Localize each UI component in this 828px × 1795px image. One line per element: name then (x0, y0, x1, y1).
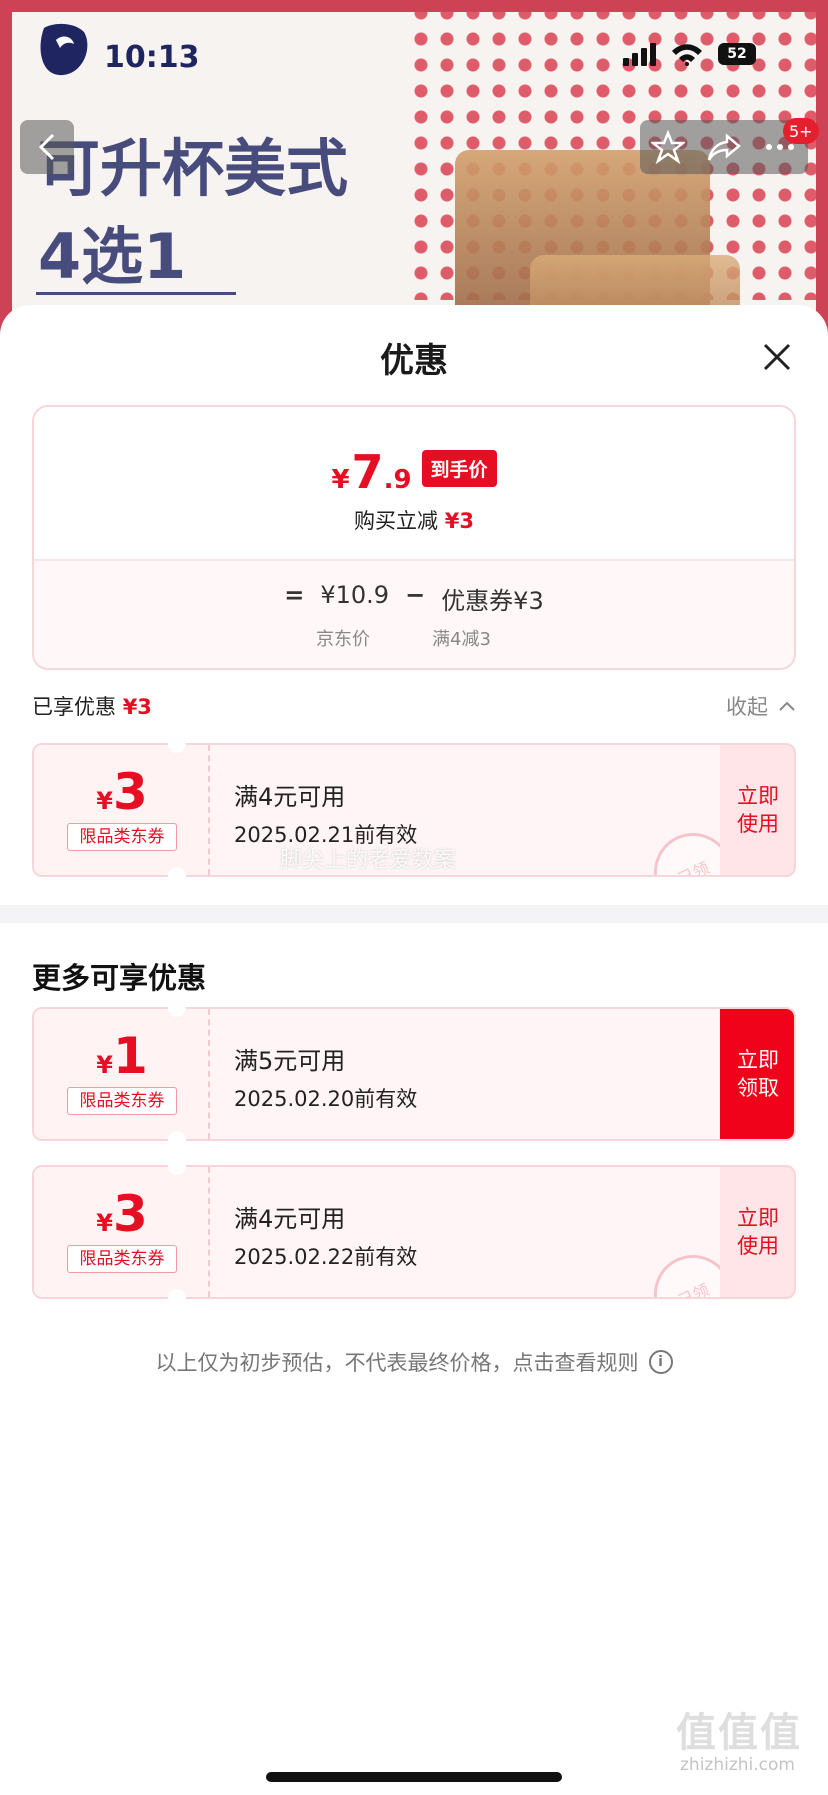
coupon-type-tag: 限品类东券 (67, 823, 177, 851)
collapse-toggle[interactable]: 收起 (726, 691, 796, 721)
final-price: ¥ 7 .9 到手价 (34, 445, 794, 499)
coupon-condition: 满5元可用 (234, 1047, 346, 1075)
coupon-type-tag: 限品类东券 (67, 1245, 177, 1273)
star-icon[interactable] (651, 130, 685, 164)
jd-price-label: 京东价 (316, 629, 370, 650)
chevron-up-icon (779, 701, 795, 711)
back-button[interactable] (20, 120, 74, 174)
coupon-condition: 满4元可用 (234, 783, 346, 811)
coupon-currency: ¥ (96, 1209, 113, 1237)
final-price-integer: 7 (351, 445, 384, 499)
instant-discount-amount: ¥3 (444, 509, 474, 533)
action-line2: 使用 (737, 812, 779, 836)
coupon-condition: 满4元可用 (234, 1205, 346, 1233)
site-watermark-logo: 值值值 (676, 1710, 802, 1756)
equals-sign: = (284, 581, 305, 609)
coupon-validity: 2025.02.22前有效 (234, 1245, 418, 1269)
status-icons: 52 (623, 42, 756, 66)
coupon-deduction-label: 满4减3 (432, 629, 491, 650)
disclaimer-rules-link[interactable]: 以上仅为初步预估，不代表最终价格，点击查看规则 i (0, 1347, 828, 1377)
coupon-deduction: 优惠券¥3 (441, 587, 544, 615)
discount-sheet: 优惠 ¥ 7 .9 到手价 购买立减 ¥3 = ¥10.9 − 优惠券¥3 京东… (0, 305, 828, 1795)
price-formula-row: = ¥10.9 − 优惠券¥3 (34, 581, 794, 616)
luckin-deer-logo-icon (40, 23, 88, 76)
coupon-type-tag: 限品类东券 (67, 1087, 177, 1115)
instant-discount: 购买立减 ¥3 (34, 505, 794, 535)
price-summary-top: ¥ 7 .9 到手价 购买立减 ¥3 (34, 407, 794, 559)
battery-icon: 52 (718, 43, 756, 65)
coupon-card[interactable]: ¥3 限品类东券 满4元可用 2025.02.22前有效 已领 立即 使用 (32, 1165, 796, 1299)
action-line2: 领取 (737, 1076, 779, 1100)
coupon-currency: ¥ (96, 787, 113, 815)
info-icon: i (648, 1350, 673, 1374)
status-time: 10:13 (104, 40, 200, 75)
coupon-amount: ¥1 (34, 1031, 210, 1081)
collapse-label: 收起 (726, 695, 768, 719)
coupon-amount-value: 1 (112, 1027, 148, 1085)
action-line1: 立即 (737, 1048, 779, 1072)
home-indicator[interactable] (266, 1772, 562, 1782)
claim-now-button[interactable]: 立即 领取 (720, 1009, 794, 1139)
sheet-title: 优惠 (380, 341, 448, 381)
enjoyed-label: 已享优惠 (32, 695, 116, 719)
chevron-left-icon (38, 133, 55, 161)
final-price-decimal: .9 (383, 465, 412, 495)
overlay-watermark-text: 脚尖上的老爱数案 (280, 848, 457, 873)
coupon-currency: ¥ (96, 1051, 113, 1079)
use-now-button[interactable]: 立即 使用 (720, 1167, 794, 1297)
enjoyed-discount: 已享优惠 ¥3 (32, 691, 152, 721)
final-price-tag: 到手价 (421, 450, 497, 487)
instant-discount-label: 购买立减 (354, 509, 439, 533)
coupon-validity: 2025.02.20前有效 (234, 1087, 418, 1111)
use-now-button[interactable]: 立即 使用 (720, 745, 794, 875)
share-icon[interactable] (707, 130, 741, 164)
jd-price: ¥10.9 (320, 581, 390, 609)
price-formula: = ¥10.9 − 优惠券¥3 京东价 满4减3 (34, 559, 794, 668)
price-summary-card: ¥ 7 .9 到手价 购买立减 ¥3 = ¥10.9 − 优惠券¥3 京东价 满… (32, 405, 796, 670)
coupon-amount-value: 3 (112, 763, 148, 821)
coupon-amount: ¥3 (34, 767, 210, 817)
final-price-currency: ¥ (331, 465, 350, 495)
wifi-icon (672, 44, 702, 66)
coupon-amount: ¥3 (34, 1189, 210, 1239)
section-divider (0, 905, 828, 923)
action-line1: 立即 (737, 784, 779, 808)
action-line2: 使用 (737, 1234, 779, 1258)
close-icon[interactable] (757, 337, 797, 377)
message-count-badge: 5+ (783, 118, 819, 144)
minus-sign: − (405, 581, 426, 609)
more-discounts-title: 更多可享优惠 (32, 961, 207, 995)
coupon-card[interactable]: ¥1 限品类东券 满5元可用 2025.02.20前有效 立即领取 (32, 1007, 796, 1141)
coupon-amount-value: 3 (112, 1185, 148, 1243)
cellular-signal-icon (623, 42, 656, 66)
enjoyed-amount: ¥3 (122, 695, 152, 719)
site-watermark-url: zhizhizhi.com (680, 1755, 795, 1775)
action-line1: 立即 (737, 1206, 779, 1230)
disclaimer-text: 以上仅为初步预估，不代表最终价格，点击查看规则 (155, 1351, 639, 1375)
